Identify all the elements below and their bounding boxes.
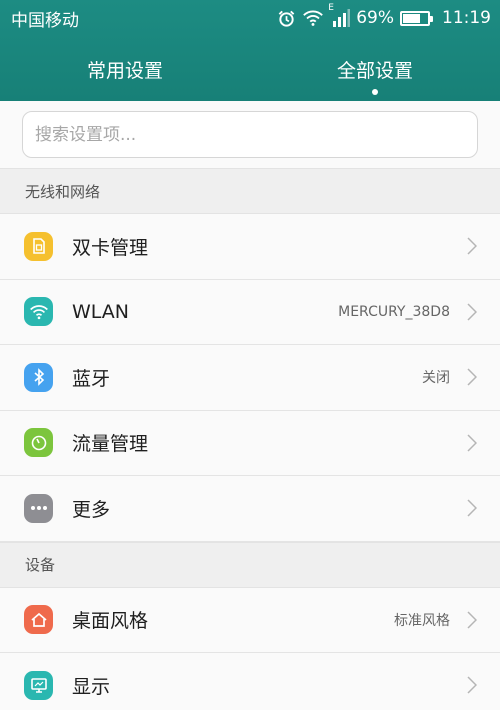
chevron-right-icon (466, 610, 478, 630)
section-header-device: 设备 (0, 541, 500, 588)
section-header-wireless: 无线和网络 (0, 168, 500, 214)
item-label: 显示 (72, 675, 111, 698)
alarm-icon (277, 9, 296, 28)
section-title: 无线和网络 (25, 182, 101, 201)
search-input[interactable] (35, 124, 465, 145)
item-label: 流量管理 (72, 433, 149, 456)
more-icon (24, 493, 53, 523)
status-bar: 中国移动 E 69% 11:19 (0, 0, 500, 36)
network-type-label: E (328, 3, 334, 13)
battery-percent: 69% (356, 8, 394, 28)
chevron-right-icon (466, 236, 478, 256)
active-tab-indicator (372, 89, 378, 95)
item-value: 标准风格 (394, 612, 450, 629)
settings-item-home-style[interactable]: 桌面风格 标准风格 (0, 587, 500, 653)
tab-label: 常用设置 (86, 60, 163, 82)
battery-icon (400, 10, 433, 26)
item-label: 双卡管理 (72, 236, 149, 259)
settings-item-bluetooth[interactable]: 蓝牙 关闭 (0, 345, 500, 411)
search-bar (0, 101, 500, 168)
settings-item-display[interactable]: 显示 (0, 653, 500, 710)
chevron-right-icon (466, 675, 478, 695)
settings-tabs: 常用设置 全部设置 (0, 36, 500, 101)
clock-time: 11:19 (442, 8, 491, 28)
carrier-name: 中国移动 (11, 10, 79, 31)
item-label: 更多 (72, 498, 111, 521)
chevron-right-icon (466, 498, 478, 518)
tab-label: 全部设置 (336, 60, 413, 82)
item-value: 关闭 (422, 370, 450, 387)
chevron-right-icon (466, 433, 478, 453)
section-title: 设备 (25, 556, 56, 574)
header: 中国移动 E 69% 11:19 常用设置 全部设置 (0, 0, 500, 101)
chevron-right-icon (466, 302, 478, 322)
bluetooth-icon (24, 362, 53, 392)
tab-all-settings[interactable]: 全部设置 (250, 36, 500, 101)
settings-item-wlan[interactable]: WLAN MERCURY_38D8 (0, 279, 500, 345)
item-label: 蓝牙 (72, 367, 111, 390)
chevron-right-icon (466, 367, 478, 387)
cellular-signal-icon: E (328, 3, 351, 27)
wifi-icon (302, 9, 324, 27)
item-label: WLAN (72, 300, 130, 323)
settings-item-dual-sim[interactable]: 双卡管理 (0, 214, 500, 280)
settings-item-data-usage[interactable]: 流量管理 (0, 410, 500, 476)
item-label: 桌面风格 (72, 610, 149, 633)
home-icon (24, 605, 53, 635)
settings-item-more[interactable]: 更多 (0, 476, 500, 542)
wifi-icon (24, 297, 53, 327)
sim-card-icon (24, 231, 53, 261)
tab-common-settings[interactable]: 常用设置 (0, 36, 250, 101)
item-value: MERCURY_38D8 (338, 303, 450, 320)
search-box[interactable] (22, 111, 478, 158)
display-icon (24, 670, 53, 700)
status-icons: E 69% 11:19 (277, 3, 491, 28)
data-usage-icon (24, 428, 53, 458)
